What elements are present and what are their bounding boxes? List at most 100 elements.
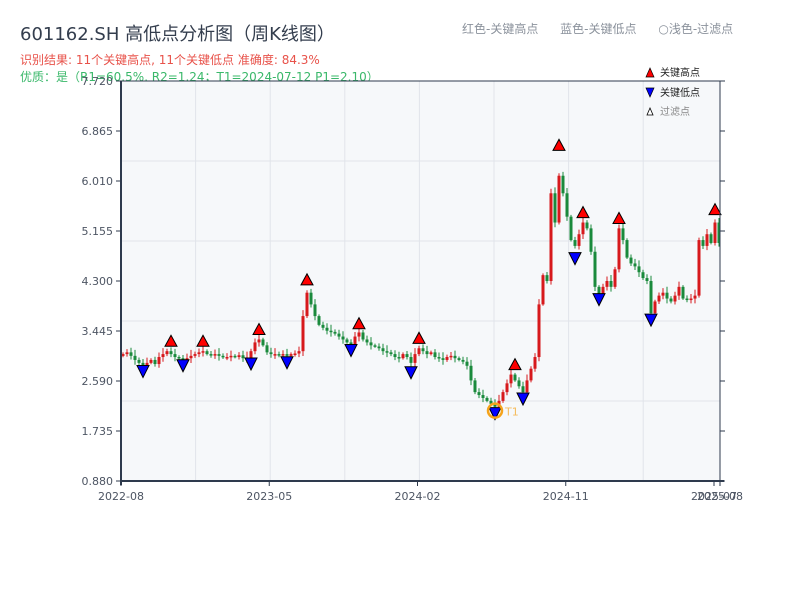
candle-body (673, 295, 677, 302)
candle-body (201, 351, 205, 353)
candle-body (569, 216, 573, 241)
legend-high-icon (645, 67, 655, 78)
y-tick-label: 2.590 (82, 375, 114, 388)
candle-body (621, 228, 625, 241)
candle-body (137, 359, 141, 363)
candle-body (349, 342, 353, 345)
candle-body (429, 352, 433, 355)
candle-body (693, 295, 697, 299)
candle-body (241, 355, 245, 359)
legend-high-label: 关键高点 (660, 66, 700, 79)
candle-body (173, 354, 177, 358)
y-tick-label: 6.865 (82, 125, 114, 138)
candle-body (169, 351, 173, 355)
x-tick-label: 2024-02 (395, 490, 441, 503)
candle-body (337, 333, 341, 337)
candle-body (433, 352, 437, 358)
candle-body (457, 358, 461, 360)
candle-body (557, 175, 561, 223)
candle-body (549, 193, 553, 281)
candle-body (669, 298, 673, 302)
y-tick-label: 1.735 (82, 425, 114, 438)
y-tick-label: 6.010 (82, 175, 114, 188)
candle-body (325, 327, 329, 331)
candle-body (577, 234, 581, 246)
candle-body (521, 386, 525, 393)
candle-body (617, 228, 621, 270)
candle-body (177, 357, 181, 359)
candle-body (589, 228, 593, 252)
candle-body (273, 354, 277, 356)
candle-body (213, 354, 217, 356)
x-tick-label: 2024-11 (543, 490, 589, 503)
candle-body (481, 395, 485, 398)
candle-body (625, 240, 629, 258)
candle-body (553, 193, 557, 223)
candle-body (449, 355, 453, 358)
candle-body (653, 301, 657, 314)
candle-body (205, 351, 209, 355)
candle-body (697, 240, 701, 296)
candle-body (333, 331, 337, 334)
candle-body (713, 222, 717, 243)
candle-body (565, 193, 569, 217)
candle-body (281, 354, 285, 356)
candle-body (437, 357, 441, 359)
candle-body (293, 353, 297, 356)
candle-body (541, 275, 545, 305)
candle-body (709, 234, 713, 243)
candle-body (221, 355, 225, 358)
candle-body (517, 380, 521, 387)
candle-body (365, 339, 369, 343)
candle-body (305, 292, 309, 317)
plot-area (121, 81, 720, 481)
candle-body (701, 240, 705, 246)
candle-body (261, 339, 265, 346)
candle-body (469, 365, 473, 381)
candle-body (685, 298, 689, 301)
candle-body (581, 222, 585, 235)
candlestick-chart: T1 0.880 1.735 2.590 3.445 4.300 5.155 6.010 6.… (82, 66, 743, 503)
legend-filtered-label: 过滤点 (660, 105, 690, 118)
candle-body (277, 354, 281, 356)
candle-body (649, 281, 653, 314)
candle-body (157, 357, 161, 365)
candle-body (369, 342, 373, 346)
y-tick-label: 7.720 (82, 75, 114, 88)
candle-body (165, 351, 169, 355)
candle-body (537, 304, 541, 358)
candle-body (357, 332, 361, 337)
candle-body (225, 357, 229, 359)
candle-body (253, 342, 257, 352)
candle-body (485, 397, 489, 401)
candle-body (413, 354, 417, 363)
candle-body (681, 286, 685, 299)
candle-body (289, 354, 293, 356)
candle-body (425, 351, 429, 355)
candle-body (453, 355, 457, 359)
candle-body (265, 345, 269, 353)
candle-body (361, 332, 365, 340)
candle-body (633, 263, 637, 267)
candle-body (657, 295, 661, 302)
candle-body (129, 352, 133, 356)
candle-body (665, 292, 669, 299)
candle-body (133, 355, 137, 360)
candle-body (405, 354, 409, 358)
candle-body (629, 257, 633, 264)
candle-body (193, 354, 197, 356)
candle-body (209, 354, 213, 356)
y-tick-label: 4.300 (82, 275, 114, 288)
candle-body (341, 336, 345, 340)
candle-body (705, 234, 709, 246)
candle-body (345, 339, 349, 343)
candle-body (661, 292, 665, 296)
candle-body (373, 345, 377, 347)
candle-body (233, 355, 237, 358)
candle-body (593, 251, 597, 287)
y-tick-label: 0.880 (82, 475, 114, 488)
legend-low-label: 关键低点 (660, 86, 700, 99)
candle-body (285, 354, 289, 356)
candle-body (409, 357, 413, 363)
candle-body (389, 352, 393, 355)
